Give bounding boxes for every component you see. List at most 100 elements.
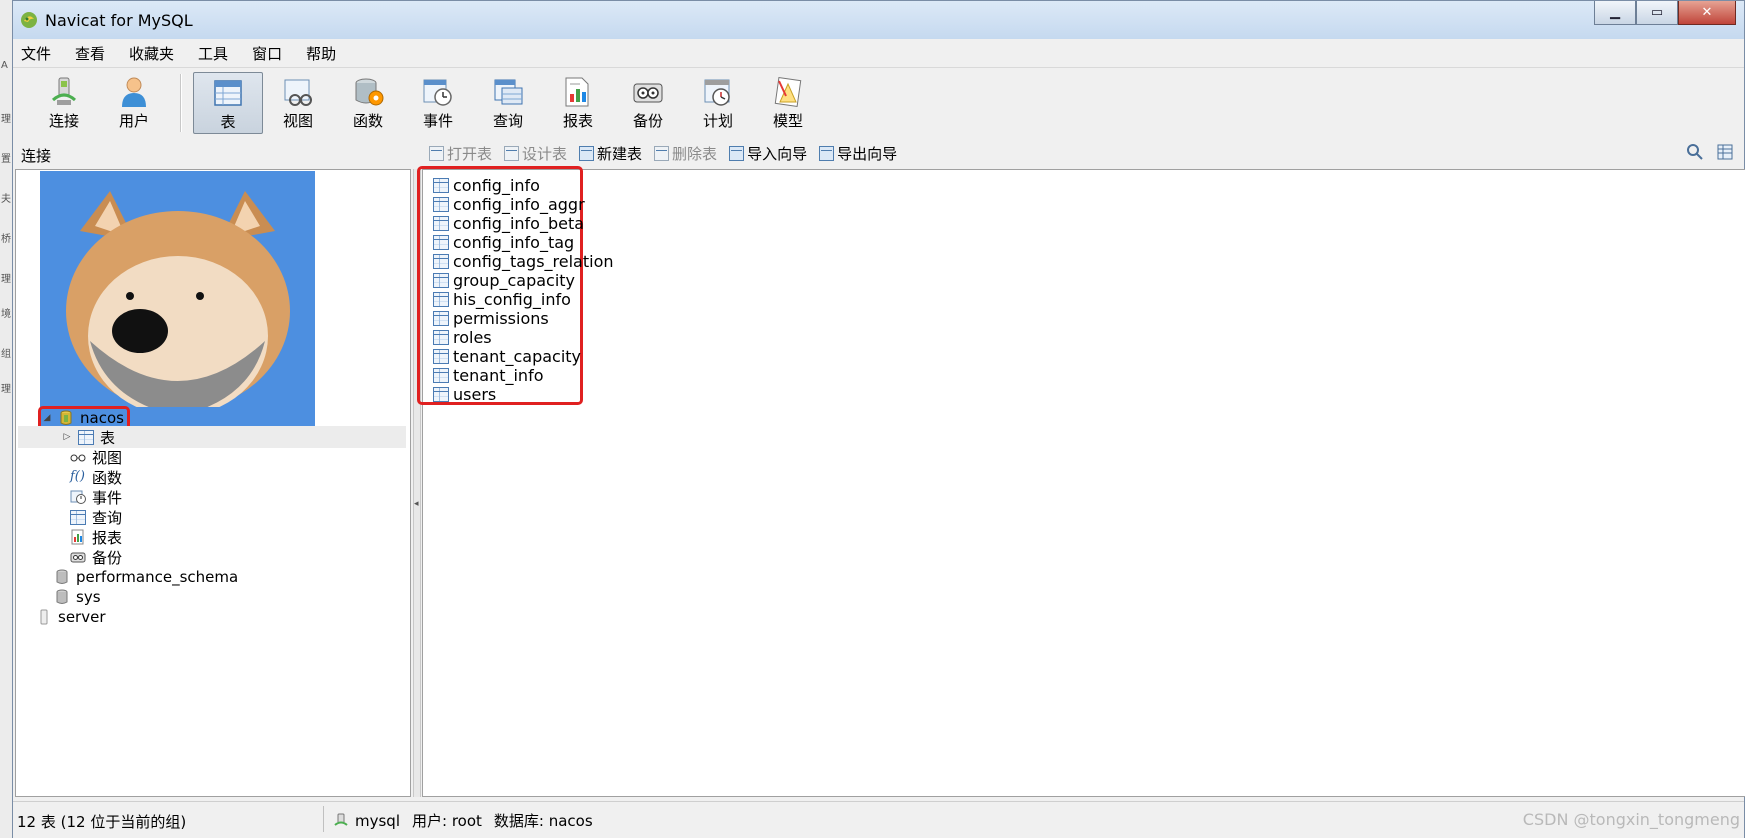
table-row[interactable]: config_info_beta [433,213,584,234]
toolbar-query-button[interactable]: 查询 [473,72,543,134]
menu-favorites[interactable]: 收藏夹 [122,43,191,64]
table-row[interactable]: permissions [433,308,549,329]
table-name: config_info_aggr [453,195,585,214]
table-row[interactable]: users [433,384,496,405]
table-name: config_info_tag [453,233,575,252]
tree-db-performance-schema-label: performance_schema [76,568,239,586]
open-table-icon [429,146,444,161]
tree-item-tables[interactable]: ▷ 表 [18,426,406,448]
toolbar-connect-label: 连接 [48,112,79,130]
collapse-arrow-icon[interactable]: ◢ [42,413,52,423]
new-table-icon [579,146,595,161]
status-user: 用户: root [412,812,482,830]
toolbar-view-button[interactable]: 视图 [263,72,333,134]
tree-db-sys-label: sys [76,588,101,606]
design-table-button[interactable]: 设计表 [501,142,570,165]
menu-help[interactable]: 帮助 [299,43,353,64]
status-connection-name: mysql [355,811,400,830]
view-mode-icon[interactable] [1716,143,1734,161]
tree-item-views-label: 视图 [92,448,123,467]
tree-item-queries[interactable]: 查询 [70,506,122,528]
open-table-button[interactable]: 打开表 [426,142,495,165]
menu-file[interactable]: 文件 [13,43,68,64]
toolbar-connect-button[interactable]: 连接 [29,72,99,134]
table-row[interactable]: roles [433,327,492,348]
toolbar-query-label: 查询 [492,112,523,130]
tree-item-reports[interactable]: 报表 [70,526,122,548]
table-list-panel[interactable]: config_info config_info_aggr config_info_b… [417,166,1745,797]
toolbar-model-button[interactable]: 模型 [753,72,823,134]
new-table-label: 新建表 [597,145,643,163]
tree-connection-server[interactable]: server [36,606,105,628]
table-name: his_config_info [453,290,571,309]
table-row[interactable]: group_capacity [433,270,575,291]
table-row[interactable]: config_info [433,175,540,196]
close-button[interactable]: ✕ [1678,1,1736,25]
status-table-count: 12 表 (12 位于当前的组) [17,813,187,831]
tables-icon [78,429,94,445]
connect-icon [51,77,77,105]
toolbar-function-button[interactable]: 函数 [333,72,403,134]
navicat-window: Navicat for MySQL ▁ ▭ ✕ 文件 查看 收藏夹 工具 窗口 … [12,0,1745,838]
tree-item-views[interactable]: 视图 [70,446,122,468]
toolbar-event-button[interactable]: 事件 [403,72,473,134]
table-row[interactable]: tenant_info [433,365,543,386]
toolbar-user-label: 用户 [118,112,149,130]
toolbar-schedule-label: 计划 [702,112,733,130]
import-wizard-button[interactable]: 导入向导 [726,142,810,165]
table-icon [433,387,449,402]
toolbar-table-button[interactable]: 表 [193,72,263,134]
minimize-button[interactable]: ▁ [1594,1,1636,25]
menu-window[interactable]: 窗口 [245,43,299,64]
tree-db-performance-schema[interactable]: performance_schema [54,566,238,588]
table-actions: 打开表 设计表 新建表 删除表 导入向导 导出向导 [426,142,900,165]
tree-db-sys[interactable]: sys [54,586,101,608]
window-title: Navicat for MySQL [45,11,193,30]
search-icon[interactable] [1686,143,1704,161]
table-icon [433,292,449,307]
menu-tools[interactable]: 工具 [191,43,245,64]
title-bar[interactable]: Navicat for MySQL ▁ ▭ ✕ [13,1,1744,40]
table-row[interactable]: config_info_tag [433,232,574,253]
status-divider [323,806,324,832]
table-row[interactable]: config_info_aggr [433,194,585,215]
open-table-label: 打开表 [447,145,493,163]
menu-view[interactable]: 查看 [68,43,122,64]
table-row[interactable]: his_config_info [433,289,571,310]
table-name: roles [453,328,492,347]
navicat-logo-icon [21,12,37,28]
glasses-icon [70,449,86,465]
schedule-icon [704,79,730,106]
table-name: tenant_capacity [453,347,582,366]
tree-item-backups[interactable]: 备份 [70,546,122,568]
function-fx-icon: f() [70,469,85,484]
tree-item-events[interactable]: 事件 [70,486,122,508]
new-table-button[interactable]: 新建表 [576,142,645,165]
table-icon [433,197,449,212]
delete-table-button[interactable]: 删除表 [651,142,720,165]
query-table-icon [70,509,86,525]
export-wizard-button[interactable]: 导出向导 [816,142,900,165]
backup-tape-icon [70,549,86,565]
window-controls: ▁ ▭ ✕ [1594,1,1736,29]
maximize-button[interactable]: ▭ [1636,1,1678,25]
tree-item-functions[interactable]: f() 函数 [70,466,122,488]
delete-table-label: 删除表 [672,145,718,163]
function-icon [355,78,384,106]
view-icon [284,79,312,106]
toolbar-schedule-button[interactable]: 计划 [683,72,753,134]
table-row[interactable]: tenant_capacity [433,346,581,367]
design-table-icon [504,146,520,161]
toolbar-user-button[interactable]: 用户 [99,72,169,134]
toolbar-backup-button[interactable]: 备份 [613,72,683,134]
shiba-avatar-image [40,171,315,434]
connection-tree-panel[interactable]: ◢ nacos ▷ 表 视图 f() 函数 事件 查询 报表 备份 perfor… [15,169,411,797]
toolbar-function-label: 函数 [352,112,383,130]
report-chart-icon [70,529,86,545]
tree-item-tables-label: 表 [100,428,116,447]
main-toolbar: 连接 用户 表 视图 函数 事件 查询 报表 备份 计划 模型 [13,67,1744,139]
toolbar-report-button[interactable]: 报表 [543,72,613,134]
design-table-label: 设计表 [522,145,568,163]
table-row[interactable]: config_tags_relation [433,251,614,272]
expand-arrow-icon[interactable]: ▷ [62,432,72,442]
